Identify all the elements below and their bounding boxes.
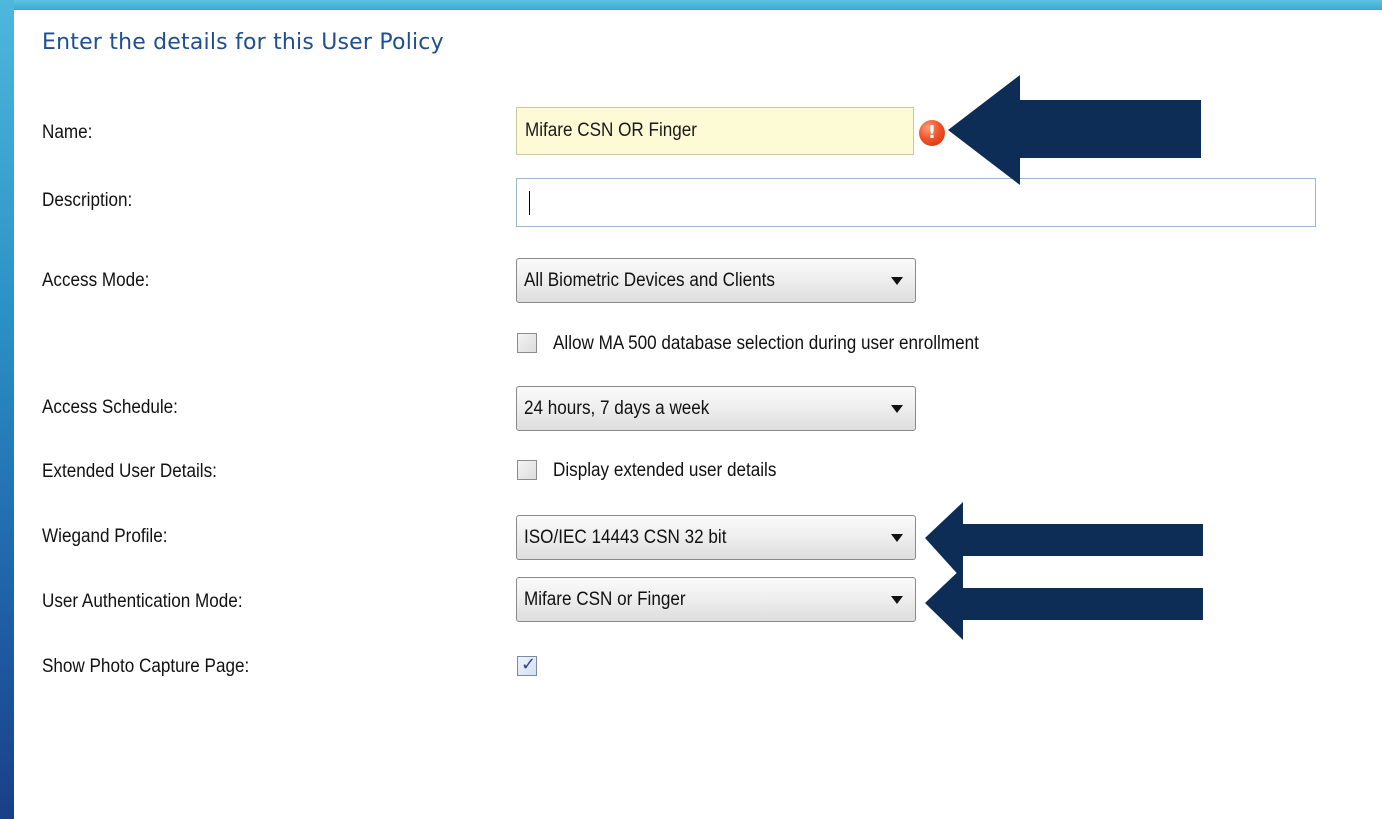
name-label: Name: [42, 122, 93, 143]
display-extended-details-label: Display extended user details [553, 460, 777, 481]
access-schedule-label: Access Schedule: [42, 397, 178, 418]
wiegand-profile-selected: ISO/IEC 14443 CSN 32 bit [524, 526, 727, 548]
access-schedule-select[interactable]: 24 hours, 7 days a week [516, 386, 916, 431]
user-auth-mode-selected: Mifare CSN or Finger [524, 588, 686, 610]
show-photo-capture-label: Show Photo Capture Page: [42, 656, 250, 677]
name-input-value: Mifare CSN OR Finger [525, 120, 697, 141]
text-caret [529, 190, 530, 215]
access-mode-label: Access Mode: [42, 270, 150, 291]
extended-user-details-label: Extended User Details: [42, 461, 217, 482]
access-schedule-selected: 24 hours, 7 days a week [524, 397, 710, 419]
wiegand-profile-label: Wiegand Profile: [42, 526, 168, 547]
window-frame-top [0, 0, 1382, 10]
allow-ma500-db-checkbox[interactable] [517, 333, 537, 353]
allow-ma500-db-label: Allow MA 500 database selection during u… [553, 333, 979, 354]
access-mode-select[interactable]: All Biometric Devices and Clients [516, 258, 916, 303]
arrow-left-icon [948, 75, 1201, 185]
chevron-down-icon [891, 405, 903, 413]
page-title: Enter the details for this User Policy [42, 30, 444, 55]
user-auth-mode-label: User Authentication Mode: [42, 591, 243, 612]
chevron-down-icon [891, 534, 903, 542]
show-photo-capture-checkbox[interactable]: ✓ [517, 654, 537, 676]
window-frame-left [0, 0, 14, 819]
access-mode-selected: All Biometric Devices and Clients [524, 269, 775, 291]
user-auth-mode-select[interactable]: Mifare CSN or Finger [516, 577, 916, 622]
display-extended-details-checkbox[interactable] [517, 460, 537, 480]
error-icon: ! [919, 120, 945, 146]
description-label: Description: [42, 190, 133, 211]
arrow-left-icon [925, 567, 1203, 640]
wiegand-profile-select[interactable]: ISO/IEC 14443 CSN 32 bit [516, 515, 916, 560]
checkmark-icon: ✓ [521, 654, 537, 674]
chevron-down-icon [891, 277, 903, 285]
name-input[interactable]: Mifare CSN OR Finger [516, 107, 914, 155]
chevron-down-icon [891, 596, 903, 604]
